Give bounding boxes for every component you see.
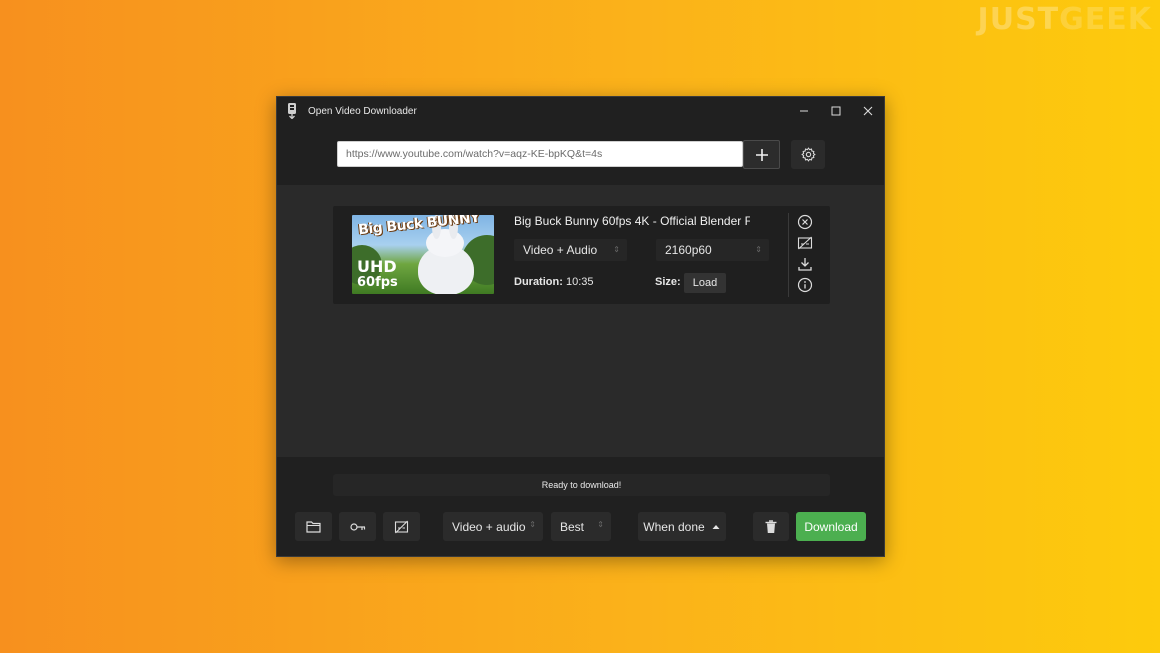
download-video-button[interactable]: [795, 255, 815, 273]
bottom-panel: Ready to download! Video + audio ⇕ Best ⇕ …: [277, 457, 884, 556]
info-icon: [797, 277, 813, 293]
app-logo-icon: [288, 103, 296, 119]
close-button[interactable]: [852, 97, 884, 125]
app-window: Open Video Downloader https://www.youtub…: [276, 96, 885, 557]
maximize-icon: [831, 106, 841, 116]
remove-video-button[interactable]: [795, 213, 815, 231]
caret-up-icon: [712, 524, 720, 529]
video-info-button[interactable]: [795, 276, 815, 294]
video-quality-select[interactable]: 2160p60 ⇕: [656, 239, 769, 261]
add-url-button[interactable]: [743, 140, 780, 169]
video-card: Big Buck BUNNY UHD 60fps Big Buck Bunny …: [333, 206, 830, 304]
trash-icon: [765, 519, 777, 533]
maximize-button[interactable]: [820, 97, 852, 125]
window-title: Open Video Downloader: [308, 105, 417, 117]
status-message: Ready to download!: [333, 474, 830, 496]
video-title: Big Buck Bunny 60fps 4K - Official Blend…: [514, 214, 750, 228]
folder-icon: [306, 521, 321, 533]
authentication-button[interactable]: [339, 512, 376, 541]
gear-icon: [800, 147, 816, 162]
download-queue: Big Buck BUNNY UHD 60fps Big Buck Bunny …: [277, 185, 884, 457]
duration-label: Duration:: [514, 276, 563, 288]
minimize-button[interactable]: [788, 97, 820, 125]
subtitles-button[interactable]: [383, 512, 420, 541]
when-done-button[interactable]: When done: [638, 512, 726, 541]
select-arrows-icon: ⇕: [597, 520, 604, 529]
duration-info: Duration: 10:35: [514, 276, 593, 288]
thumbnail-uhd-badge: UHD: [357, 257, 397, 276]
key-icon: [349, 522, 365, 531]
watermark: JUSTGEEK: [977, 2, 1152, 37]
subtitles-icon: [394, 520, 409, 533]
settings-button[interactable]: [791, 140, 825, 169]
plus-icon: [755, 148, 768, 161]
select-arrows-icon: ⇕: [529, 520, 536, 529]
url-input[interactable]: [337, 141, 743, 167]
type-select[interactable]: Video + audio ⇕: [443, 512, 543, 541]
duration-value: 10:35: [565, 276, 594, 288]
clear-queue-button[interactable]: [753, 512, 789, 541]
close-circle-icon: [797, 214, 813, 230]
title-bar: Open Video Downloader: [277, 97, 884, 125]
quality-select[interactable]: Best ⇕: [551, 512, 611, 541]
url-bar: [277, 125, 884, 185]
select-arrows-icon: ⇕: [755, 245, 762, 254]
card-divider: [788, 213, 789, 297]
download-icon: [798, 258, 812, 271]
close-icon: [863, 106, 873, 116]
video-type-select[interactable]: Video + Audio ⇕: [514, 239, 627, 261]
size-label: Size:: [655, 276, 681, 288]
load-size-button[interactable]: Load: [684, 273, 726, 293]
select-arrows-icon: ⇕: [613, 245, 620, 254]
minimize-icon: [800, 110, 808, 112]
subtitles-toggle-button[interactable]: [795, 234, 815, 252]
video-thumbnail: Big Buck BUNNY UHD 60fps: [352, 215, 494, 294]
output-folder-button[interactable]: [295, 512, 332, 541]
download-button[interactable]: Download: [796, 512, 866, 541]
thumbnail-fps-badge: 60fps: [357, 275, 398, 290]
no-subtitles-icon: [797, 236, 813, 250]
